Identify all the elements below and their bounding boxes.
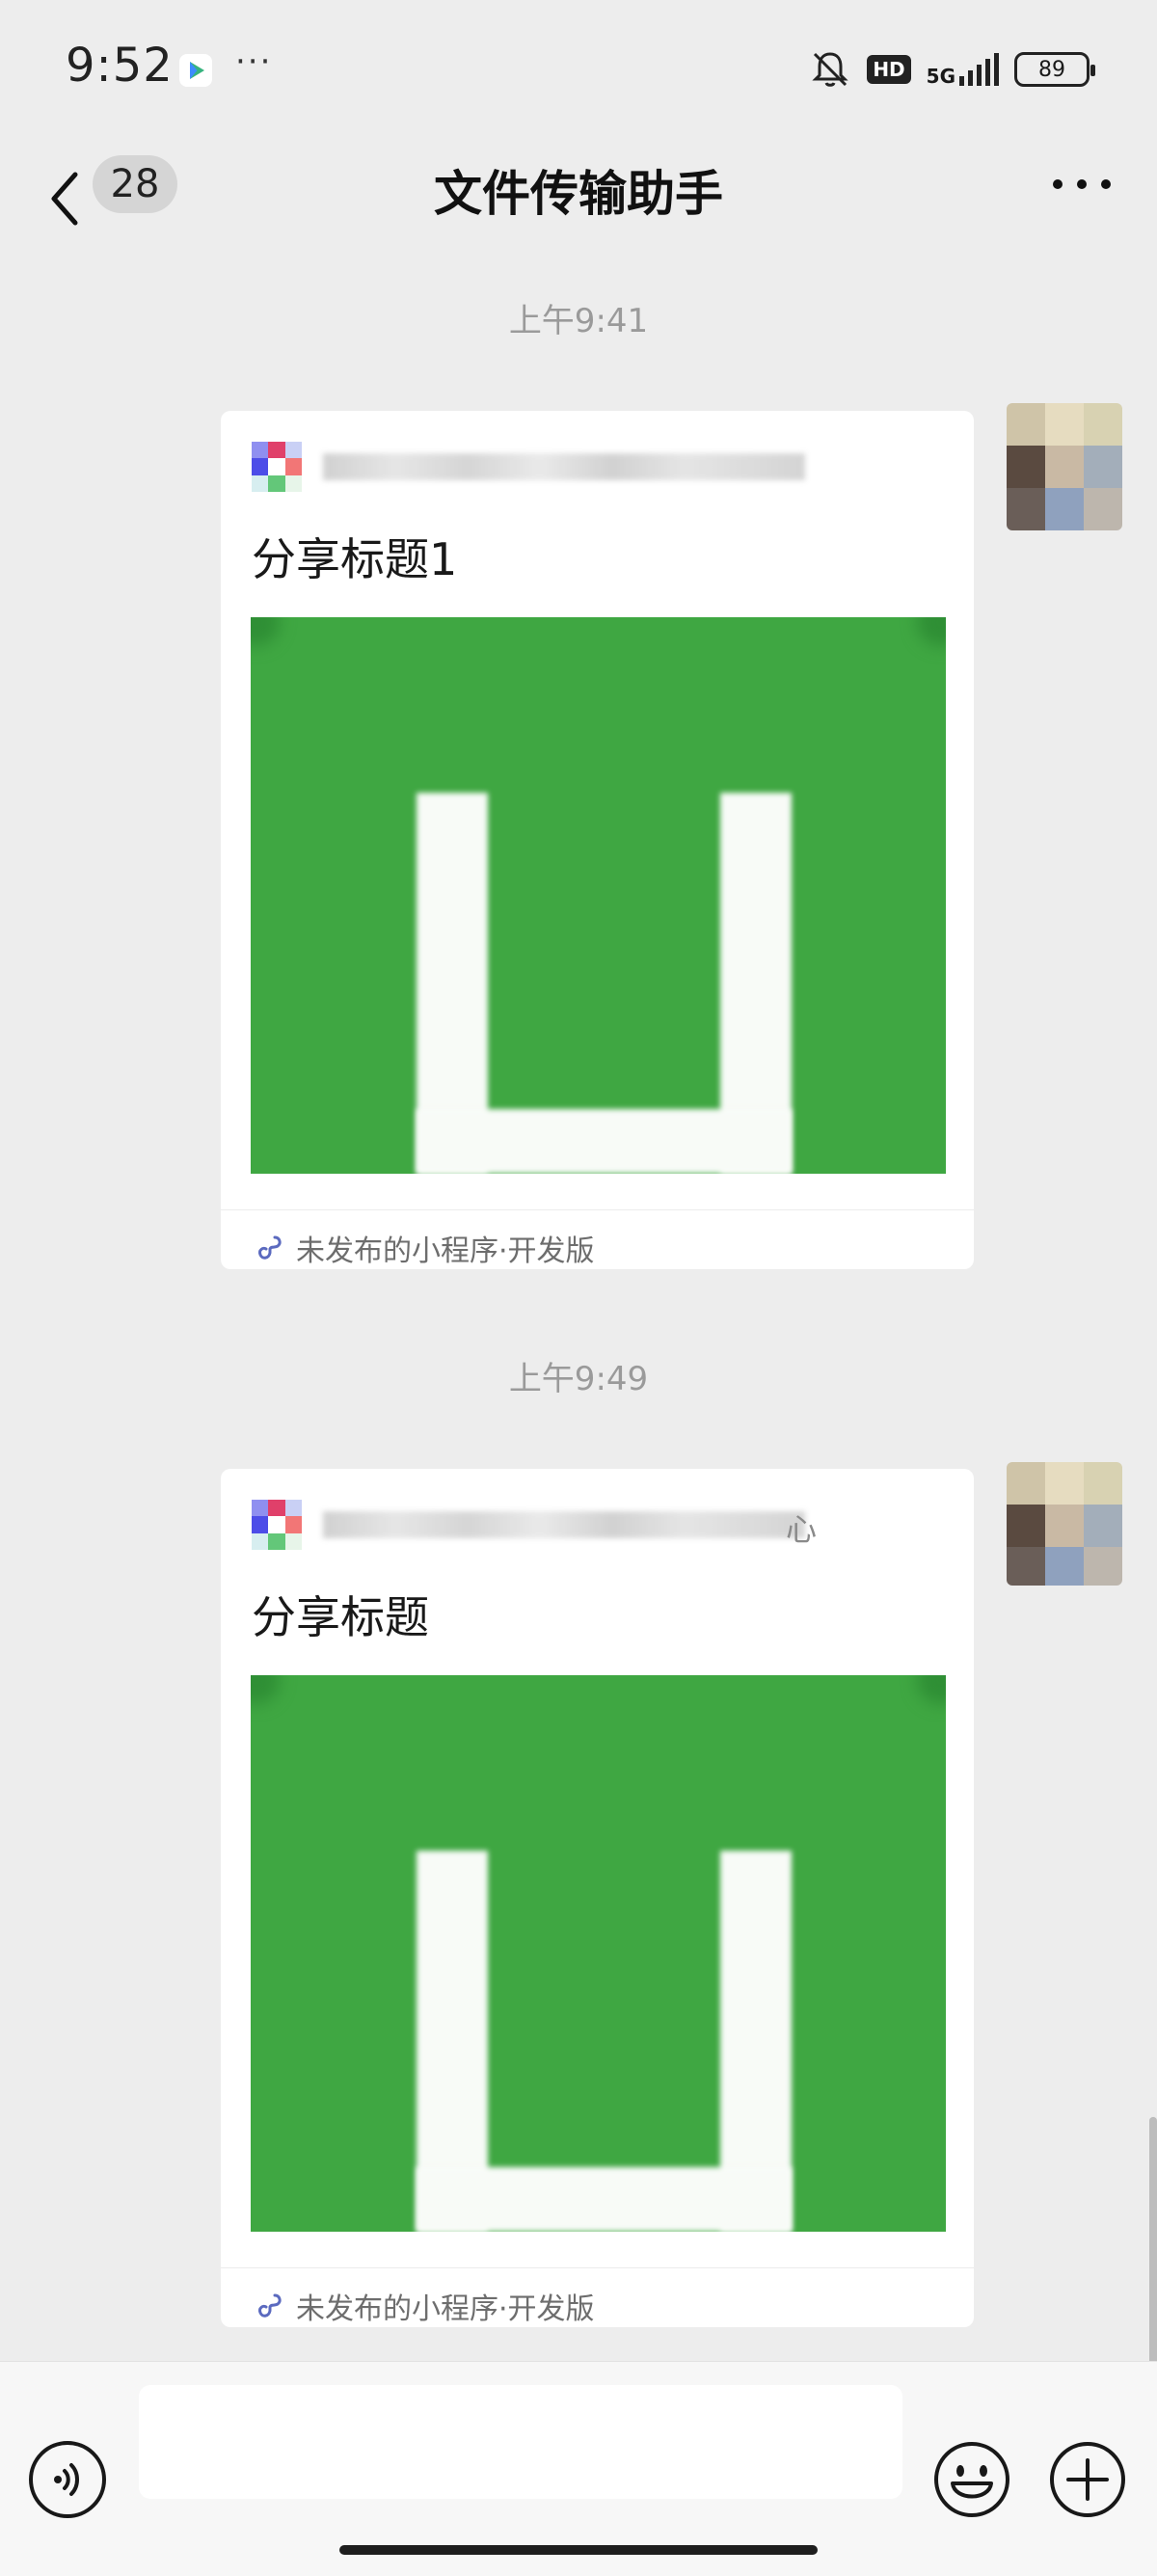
card-footer-label: 未发布的小程序·开发版	[296, 2292, 595, 2326]
status-time: 9:52	[66, 39, 174, 93]
mini-program-name-blurred	[323, 1511, 805, 1538]
network-label: 5G	[926, 65, 955, 88]
battery-icon: 89	[1014, 52, 1095, 87]
app-notification-icon	[179, 54, 212, 87]
mini-program-card[interactable]: 心 分享标题 未发布的小程序·开发版	[221, 1469, 974, 2327]
mini-program-name	[323, 447, 805, 486]
input-bar	[0, 2361, 1157, 2576]
card-footer: 未发布的小程序·开发版	[254, 2277, 595, 2327]
home-indicator[interactable]	[339, 2545, 818, 2555]
card-footer: 未发布的小程序·开发版	[254, 1219, 595, 1269]
message-timestamp: 上午9:49	[508, 1360, 649, 1398]
mini-program-logo	[252, 442, 302, 492]
message-timestamp: 上午9:41	[508, 302, 649, 340]
status-bar: 9:52 ··· HD 5G 89	[0, 0, 1157, 140]
battery-level: 89	[1038, 57, 1065, 82]
chat-title: 文件传输助手	[434, 166, 723, 222]
card-title: 分享标题1	[252, 533, 458, 585]
signal-icon: 5G	[927, 53, 999, 86]
message-input[interactable]	[139, 2385, 902, 2499]
card-thumbnail	[251, 617, 946, 1174]
card-title: 分享标题	[252, 1591, 429, 1643]
mini-program-card[interactable]: 分享标题1 未发布的小程序·开发版	[221, 411, 974, 1269]
mini-program-name-blurred	[323, 453, 805, 480]
avatar[interactable]	[1007, 403, 1122, 530]
emoji-icon[interactable]	[933, 2441, 1010, 2518]
mini-program-header	[252, 440, 805, 494]
mini-program-link-icon	[258, 2293, 282, 2318]
chat-header: 28 文件传输助手	[0, 140, 1157, 260]
mini-program-header: 心	[252, 1498, 817, 1552]
plus-icon[interactable]	[1049, 2441, 1126, 2518]
status-more-dots: ···	[235, 42, 273, 81]
avatar[interactable]	[1007, 1462, 1122, 1586]
mini-program-name-suffix: 心	[786, 1511, 818, 1548]
status-right-group: HD 5G 89	[809, 48, 1095, 91]
bell-muted-icon	[812, 52, 848, 87]
card-divider	[221, 2267, 974, 2268]
more-dots-icon[interactable]	[1053, 173, 1111, 196]
card-thumbnail	[251, 1675, 946, 2232]
card-divider	[221, 1209, 974, 1210]
card-footer-label: 未发布的小程序·开发版	[296, 1234, 595, 1268]
mini-program-name: 心	[323, 1505, 817, 1548]
scrollbar[interactable]	[1149, 2117, 1157, 2368]
hd-badge: HD	[867, 55, 911, 84]
voice-icon[interactable]	[29, 2441, 106, 2518]
mini-program-link-icon	[258, 1235, 282, 1260]
mini-program-logo	[252, 1500, 302, 1550]
